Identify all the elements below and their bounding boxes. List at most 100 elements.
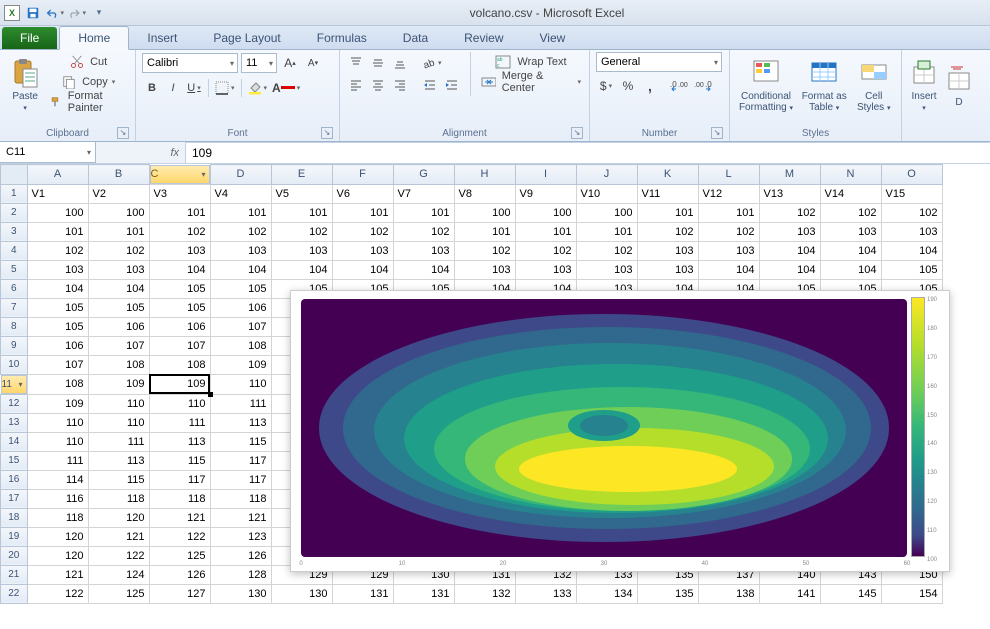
cell[interactable]: 138 (698, 584, 759, 603)
cell[interactable]: 110 (88, 394, 149, 413)
row-header[interactable]: 8 (1, 317, 28, 336)
column-header[interactable]: K (637, 165, 698, 185)
row-header[interactable]: 22 (1, 584, 28, 603)
cell[interactable]: 118 (149, 489, 210, 508)
cell[interactable]: 110 (149, 394, 210, 413)
cell[interactable]: 109 (27, 394, 88, 413)
percent-format-button[interactable]: % (618, 76, 638, 96)
cell[interactable]: 115 (210, 432, 271, 451)
fill-color-button[interactable] (246, 78, 270, 98)
row-header[interactable]: 19 (1, 527, 28, 546)
cell[interactable]: 114 (27, 470, 88, 489)
column-header[interactable]: L (698, 165, 759, 185)
cell-styles-button[interactable]: Cell Styles ▾ (852, 52, 895, 118)
row-header[interactable]: 17 (1, 489, 28, 508)
column-header[interactable]: O (881, 165, 942, 185)
cell[interactable]: 110 (88, 413, 149, 432)
cell[interactable]: 103 (637, 241, 698, 260)
cell[interactable]: 130 (210, 584, 271, 603)
number-dialog-launcher[interactable]: ↘ (711, 127, 723, 139)
cell[interactable]: 120 (27, 546, 88, 565)
tab-home[interactable]: Home (59, 26, 129, 50)
cell[interactable]: 103 (881, 222, 942, 241)
cell[interactable]: 103 (454, 260, 515, 279)
font-size-select[interactable]: 11 (241, 53, 277, 73)
cell[interactable]: 101 (515, 222, 576, 241)
orientation-button[interactable]: ab (420, 53, 444, 73)
cell[interactable]: 122 (27, 584, 88, 603)
cell[interactable]: 123 (210, 527, 271, 546)
cell[interactable]: 100 (515, 203, 576, 222)
delete-cells-button[interactable]: D (944, 52, 974, 118)
cell[interactable]: 100 (576, 203, 637, 222)
undo-icon[interactable] (46, 4, 64, 22)
cell[interactable]: 102 (759, 203, 820, 222)
cell[interactable]: V11 (637, 184, 698, 203)
cell[interactable]: 126 (210, 546, 271, 565)
cell[interactable]: 122 (149, 527, 210, 546)
cell[interactable]: 107 (149, 336, 210, 355)
number-format-select[interactable]: General (596, 52, 722, 72)
cell[interactable]: 118 (210, 489, 271, 508)
file-tab[interactable]: File (2, 27, 57, 49)
cell[interactable]: 104 (881, 241, 942, 260)
cell[interactable]: 111 (88, 432, 149, 451)
cell[interactable]: 101 (393, 203, 454, 222)
cell[interactable]: 103 (637, 260, 698, 279)
cell[interactable]: 109 (149, 374, 210, 394)
align-bottom-button[interactable] (390, 53, 410, 73)
format-painter-button[interactable]: Format Painter (48, 92, 129, 112)
cell[interactable]: V3 (149, 184, 210, 203)
cell[interactable]: 102 (454, 241, 515, 260)
decrease-indent-button[interactable] (420, 75, 440, 95)
cell[interactable]: 103 (393, 241, 454, 260)
insert-cells-button[interactable]: Insert▾ (908, 52, 940, 118)
cell[interactable]: 100 (88, 203, 149, 222)
cell[interactable]: 115 (88, 470, 149, 489)
column-header[interactable]: H (454, 165, 515, 185)
cell[interactable]: 103 (515, 260, 576, 279)
row-header[interactable]: 7 (1, 298, 28, 317)
font-family-select[interactable]: Calibri (142, 53, 238, 73)
row-header[interactable]: 14 (1, 432, 28, 451)
cell[interactable]: 145 (820, 584, 881, 603)
cell[interactable]: 102 (210, 222, 271, 241)
cell[interactable]: 102 (393, 222, 454, 241)
align-center-button[interactable] (368, 75, 388, 95)
cell[interactable]: 102 (149, 222, 210, 241)
cell[interactable]: 118 (27, 508, 88, 527)
cell[interactable]: 121 (88, 527, 149, 546)
row-header[interactable]: 1 (1, 184, 28, 203)
cell[interactable]: 111 (210, 394, 271, 413)
cell[interactable]: 103 (576, 260, 637, 279)
cell[interactable]: V15 (881, 184, 942, 203)
cell[interactable]: 106 (210, 298, 271, 317)
font-dialog-launcher[interactable]: ↘ (321, 127, 333, 139)
underline-button[interactable]: U (184, 78, 204, 98)
column-header[interactable]: J (576, 165, 637, 185)
worksheet-grid[interactable]: ABCDEFGHIJKLMNO 1V1V2V3V4V5V6V7V8V9V10V1… (0, 164, 990, 629)
cell[interactable]: 105 (149, 298, 210, 317)
name-box[interactable]: C11 (0, 142, 96, 163)
row-header[interactable]: 18 (1, 508, 28, 527)
clipboard-dialog-launcher[interactable]: ↘ (117, 127, 129, 139)
cell[interactable]: 103 (332, 241, 393, 260)
cell[interactable]: 113 (210, 413, 271, 432)
cut-button[interactable]: Cut (48, 52, 129, 72)
cell[interactable]: 100 (454, 203, 515, 222)
cell[interactable]: 102 (27, 241, 88, 260)
merge-center-button[interactable]: Merge & Center (479, 72, 583, 92)
cell[interactable]: 102 (515, 241, 576, 260)
cell[interactable]: 110 (27, 413, 88, 432)
column-header[interactable]: F (332, 165, 393, 185)
row-header[interactable]: 20 (1, 546, 28, 565)
cell[interactable]: V8 (454, 184, 515, 203)
cell[interactable]: 128 (210, 565, 271, 584)
cell[interactable]: 104 (759, 260, 820, 279)
cell[interactable]: 121 (210, 508, 271, 527)
cell[interactable]: V9 (515, 184, 576, 203)
select-all-corner[interactable] (1, 165, 28, 185)
cell[interactable]: 126 (149, 565, 210, 584)
cell[interactable]: 121 (27, 565, 88, 584)
align-middle-button[interactable] (368, 53, 388, 73)
